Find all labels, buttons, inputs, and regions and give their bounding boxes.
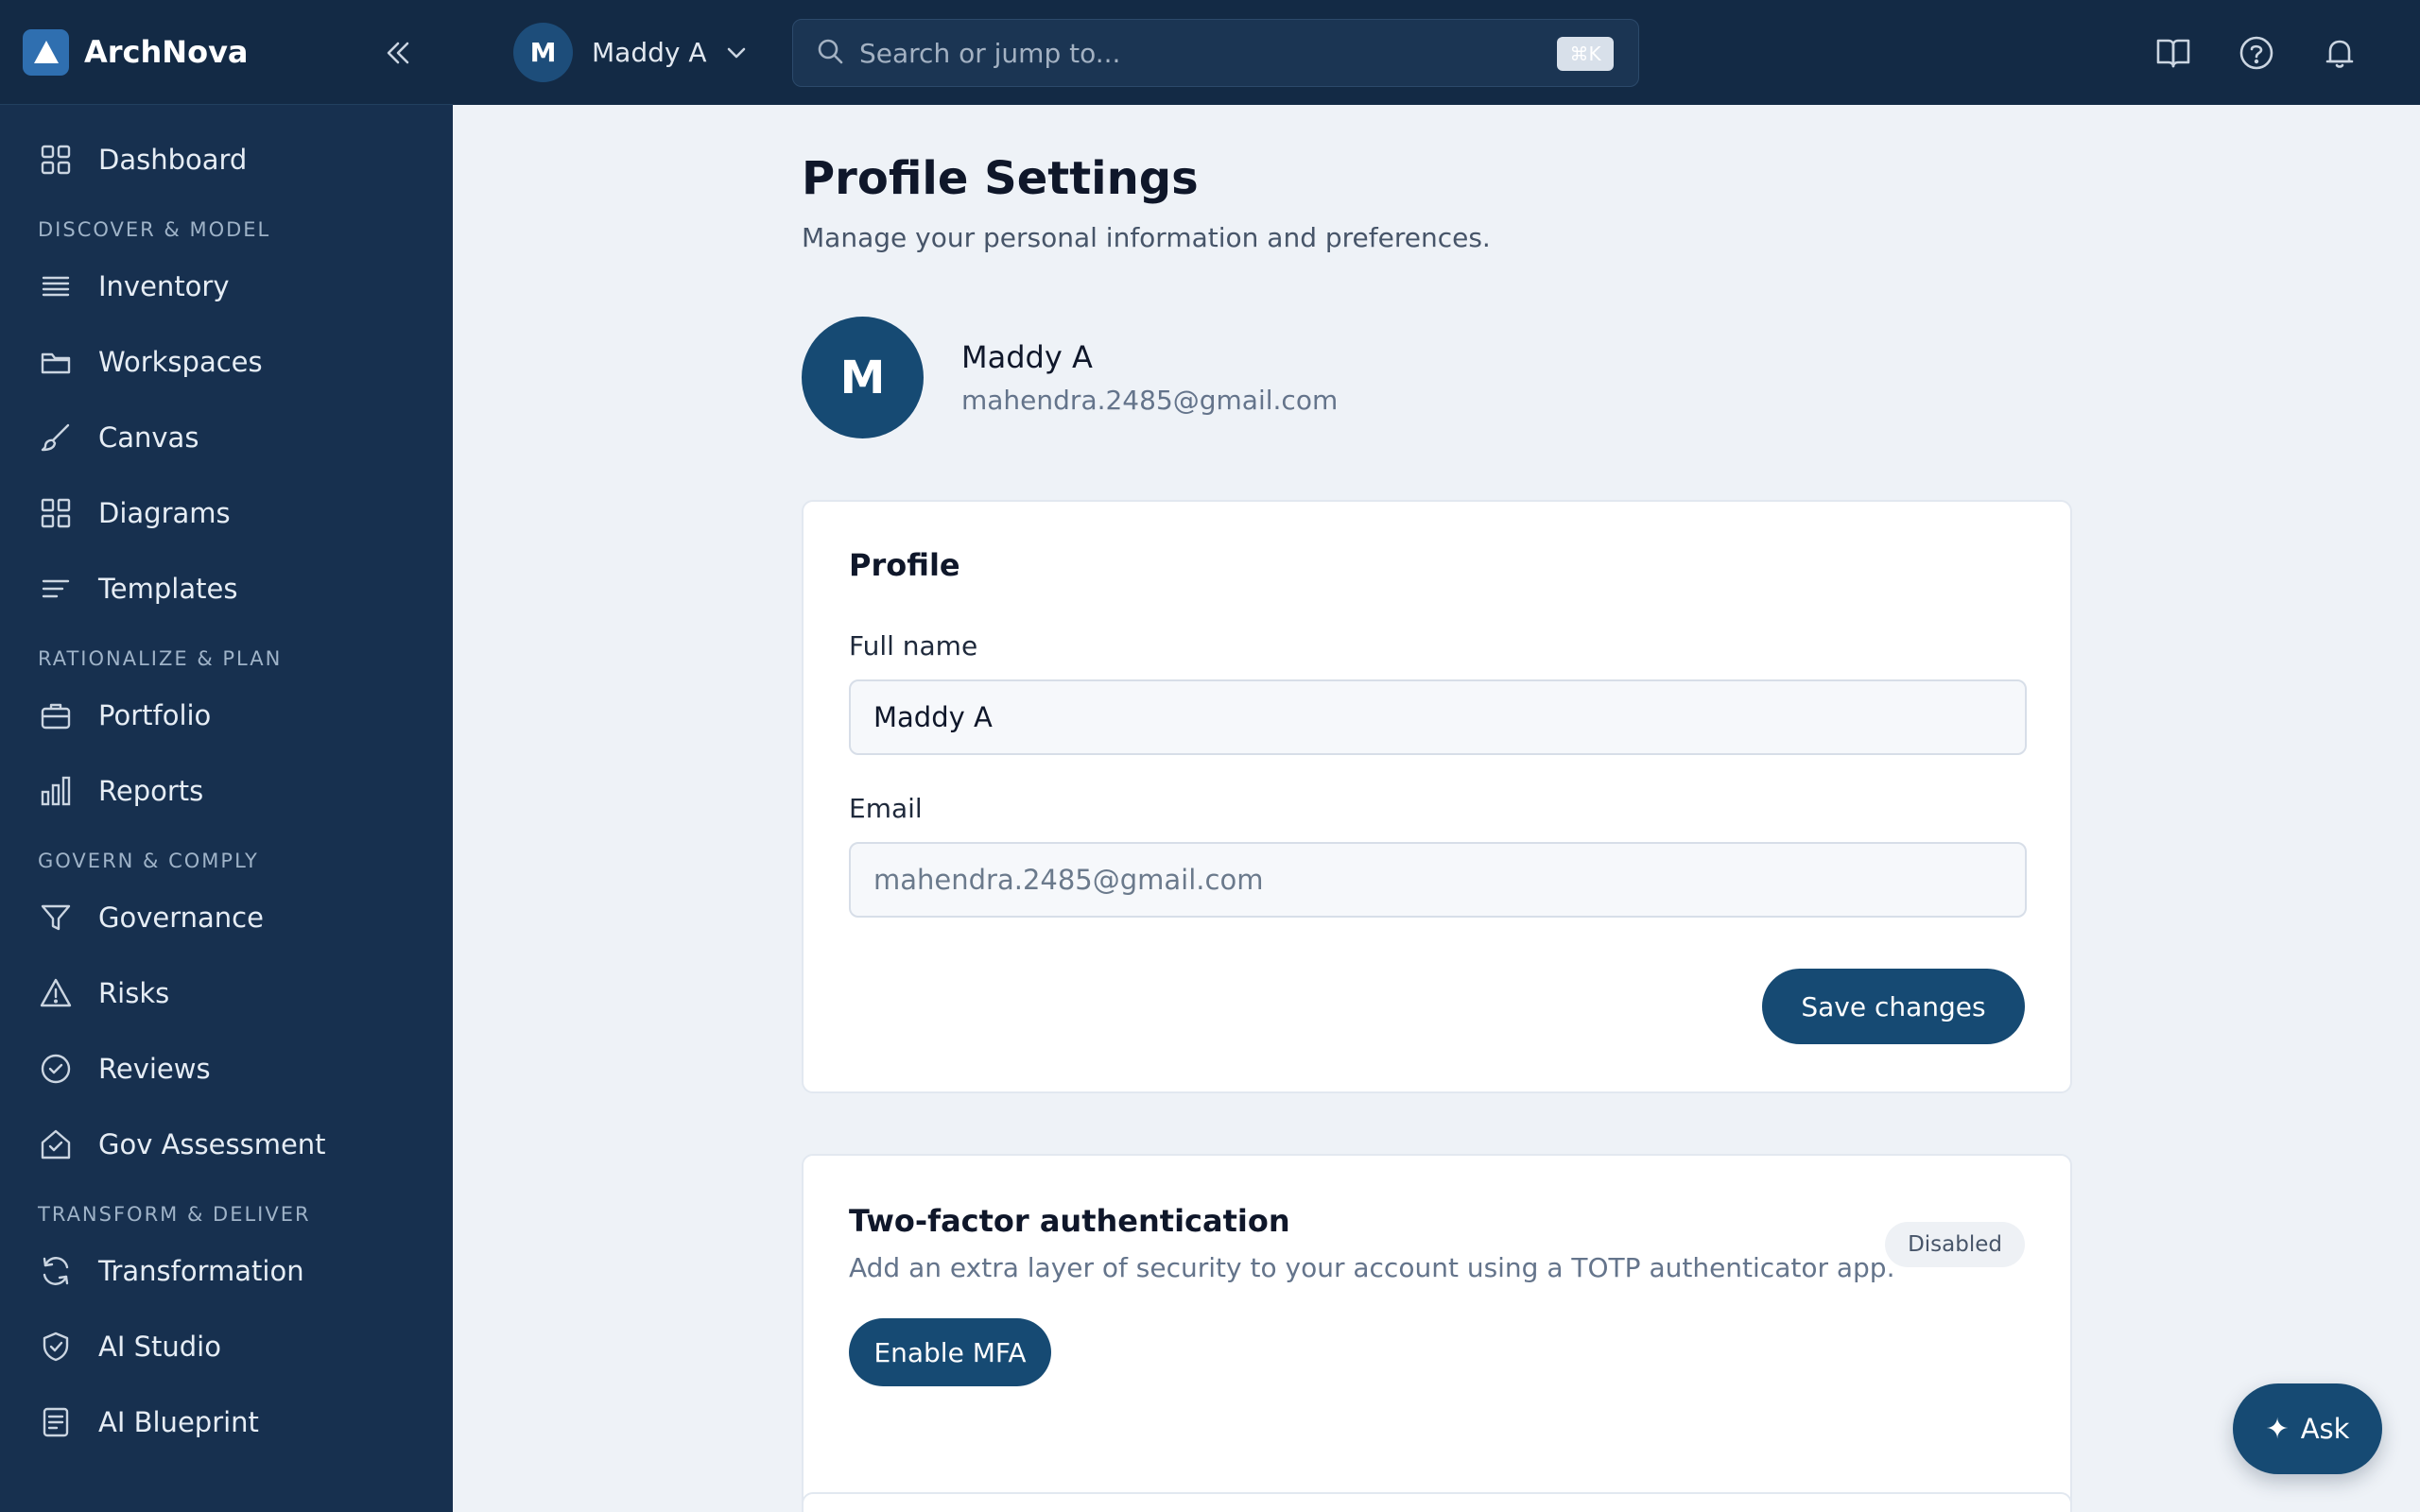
nav-section-heading: GOVERN & COMPLY: [38, 850, 259, 872]
refresh-icon: [38, 1253, 74, 1289]
card-title: Two-factor authentication: [849, 1203, 1290, 1239]
sidebar-item-transformation[interactable]: Transformation: [0, 1233, 453, 1309]
main-content: Profile Settings Manage your personal in…: [453, 105, 2420, 1512]
help-icon[interactable]: [2236, 32, 2277, 74]
filter-icon: [38, 900, 74, 936]
nav-section-heading: RATIONALIZE & PLAN: [38, 647, 283, 670]
avatar: M: [802, 317, 924, 438]
document-icon: [38, 1404, 74, 1440]
grid-icon: [38, 142, 74, 178]
sidebar-item-diagrams[interactable]: Diagrams: [0, 475, 453, 551]
sidebar-item-governance[interactable]: Governance: [0, 880, 453, 955]
list-icon: [38, 268, 74, 304]
avatar: M: [513, 23, 573, 82]
sidebar-item-label: Risks: [98, 977, 170, 1009]
shortcut-hint: ⌘K: [1557, 37, 1614, 71]
mfa-description: Add an extra layer of security to your a…: [849, 1252, 1895, 1283]
sidebar-nav: Dashboard DISCOVER & MODEL Inventory Wor…: [0, 105, 453, 1460]
user-menu-button[interactable]: M Maddy A: [513, 23, 749, 82]
full-name-label: Full name: [849, 630, 978, 662]
sparkle-icon: ✦: [2265, 1412, 2290, 1446]
sidebar-item-label: Dashboard: [98, 144, 248, 176]
sidebar-item-risks[interactable]: Risks: [0, 955, 453, 1031]
sidebar-item-ai-blueprint[interactable]: AI Blueprint: [0, 1384, 453, 1460]
save-button[interactable]: Save changes: [1762, 969, 2025, 1044]
folder-icon: [38, 344, 74, 380]
shield-check-icon: [38, 1329, 74, 1365]
email-field[interactable]: [849, 842, 2027, 918]
grid-icon: [38, 495, 74, 531]
page-title: Profile Settings: [802, 152, 1199, 205]
bar-chart-icon: [38, 773, 74, 809]
lines-icon: [38, 571, 74, 607]
mfa-card: Two-factor authentication Add an extra l…: [802, 1154, 2072, 1512]
topbar: M Maddy A ⌘K: [453, 0, 2420, 105]
sidebar-item-workspaces[interactable]: Workspaces: [0, 324, 453, 400]
sidebar-item-label: Reviews: [98, 1053, 211, 1085]
status-badge: Disabled: [1885, 1222, 2025, 1267]
full-name-field[interactable]: [849, 679, 2027, 755]
nav-section-heading: TRANSFORM & DELIVER: [38, 1203, 311, 1226]
chevron-down-icon: [724, 41, 749, 65]
brush-icon: [38, 420, 74, 455]
briefcase-icon: [38, 697, 74, 733]
card-title: Profile: [849, 547, 960, 583]
sidebar-item-label: Canvas: [98, 421, 199, 454]
warning-icon: [38, 975, 74, 1011]
enable-mfa-button[interactable]: Enable MFA: [849, 1318, 1051, 1386]
sidebar-item-canvas[interactable]: Canvas: [0, 400, 453, 475]
house-check-icon: [38, 1126, 74, 1162]
brand-bar: ArchNova: [0, 0, 453, 105]
search-icon: [816, 37, 844, 69]
sidebar-item-label: Workspaces: [98, 346, 263, 378]
sidebar: ArchNova Dashboard DISCOVER & MODEL Inve…: [0, 0, 453, 1512]
sidebar-item-reports[interactable]: Reports: [0, 753, 453, 829]
user-name: Maddy A: [592, 37, 707, 68]
sidebar-item-reviews[interactable]: Reviews: [0, 1031, 453, 1107]
collapse-sidebar-icon[interactable]: [377, 32, 419, 74]
sidebar-item-portfolio[interactable]: Portfolio: [0, 678, 453, 753]
book-icon[interactable]: [2152, 32, 2194, 74]
sidebar-item-label: Gov Assessment: [98, 1128, 326, 1160]
sidebar-item-label: Templates: [98, 573, 238, 605]
sidebar-item-label: Governance: [98, 902, 264, 934]
page-subtitle: Manage your personal information and pre…: [802, 222, 1491, 253]
sidebar-item-label: Reports: [98, 775, 204, 807]
check-circle-icon: [38, 1051, 74, 1087]
profile-card: Profile Full name Email Save changes: [802, 500, 2072, 1093]
ask-label: Ask: [2300, 1413, 2350, 1445]
sidebar-item-label: AI Studio: [98, 1331, 221, 1363]
sidebar-item-gov-assessment[interactable]: Gov Assessment: [0, 1107, 453, 1182]
sidebar-item-label: AI Blueprint: [98, 1406, 259, 1438]
profile-header: M Maddy A mahendra.2485@gmail.com: [802, 317, 1338, 438]
bell-icon[interactable]: [2319, 32, 2360, 74]
brand-logo-icon[interactable]: [23, 28, 69, 76]
nav-section-heading: DISCOVER & MODEL: [38, 218, 271, 241]
sidebar-item-templates[interactable]: Templates: [0, 551, 453, 627]
sidebar-item-inventory[interactable]: Inventory: [0, 249, 453, 324]
sidebar-item-label: Transformation: [98, 1255, 304, 1287]
search-input[interactable]: [859, 37, 1521, 69]
sidebar-item-label: Portfolio: [98, 699, 212, 731]
next-card: [802, 1492, 2072, 1512]
sidebar-item-label: Diagrams: [98, 497, 231, 529]
sidebar-item-dashboard[interactable]: Dashboard: [0, 122, 453, 198]
search-bar[interactable]: ⌘K: [792, 19, 1639, 87]
brand-name: ArchNova: [84, 34, 249, 70]
sidebar-item-label: Inventory: [98, 270, 230, 302]
sidebar-item-ai-studio[interactable]: AI Studio: [0, 1309, 453, 1384]
ask-button[interactable]: ✦ Ask: [2233, 1383, 2382, 1474]
email-label: Email: [849, 793, 923, 824]
profile-email: mahendra.2485@gmail.com: [961, 385, 1339, 416]
profile-name: Maddy A: [961, 339, 1093, 375]
